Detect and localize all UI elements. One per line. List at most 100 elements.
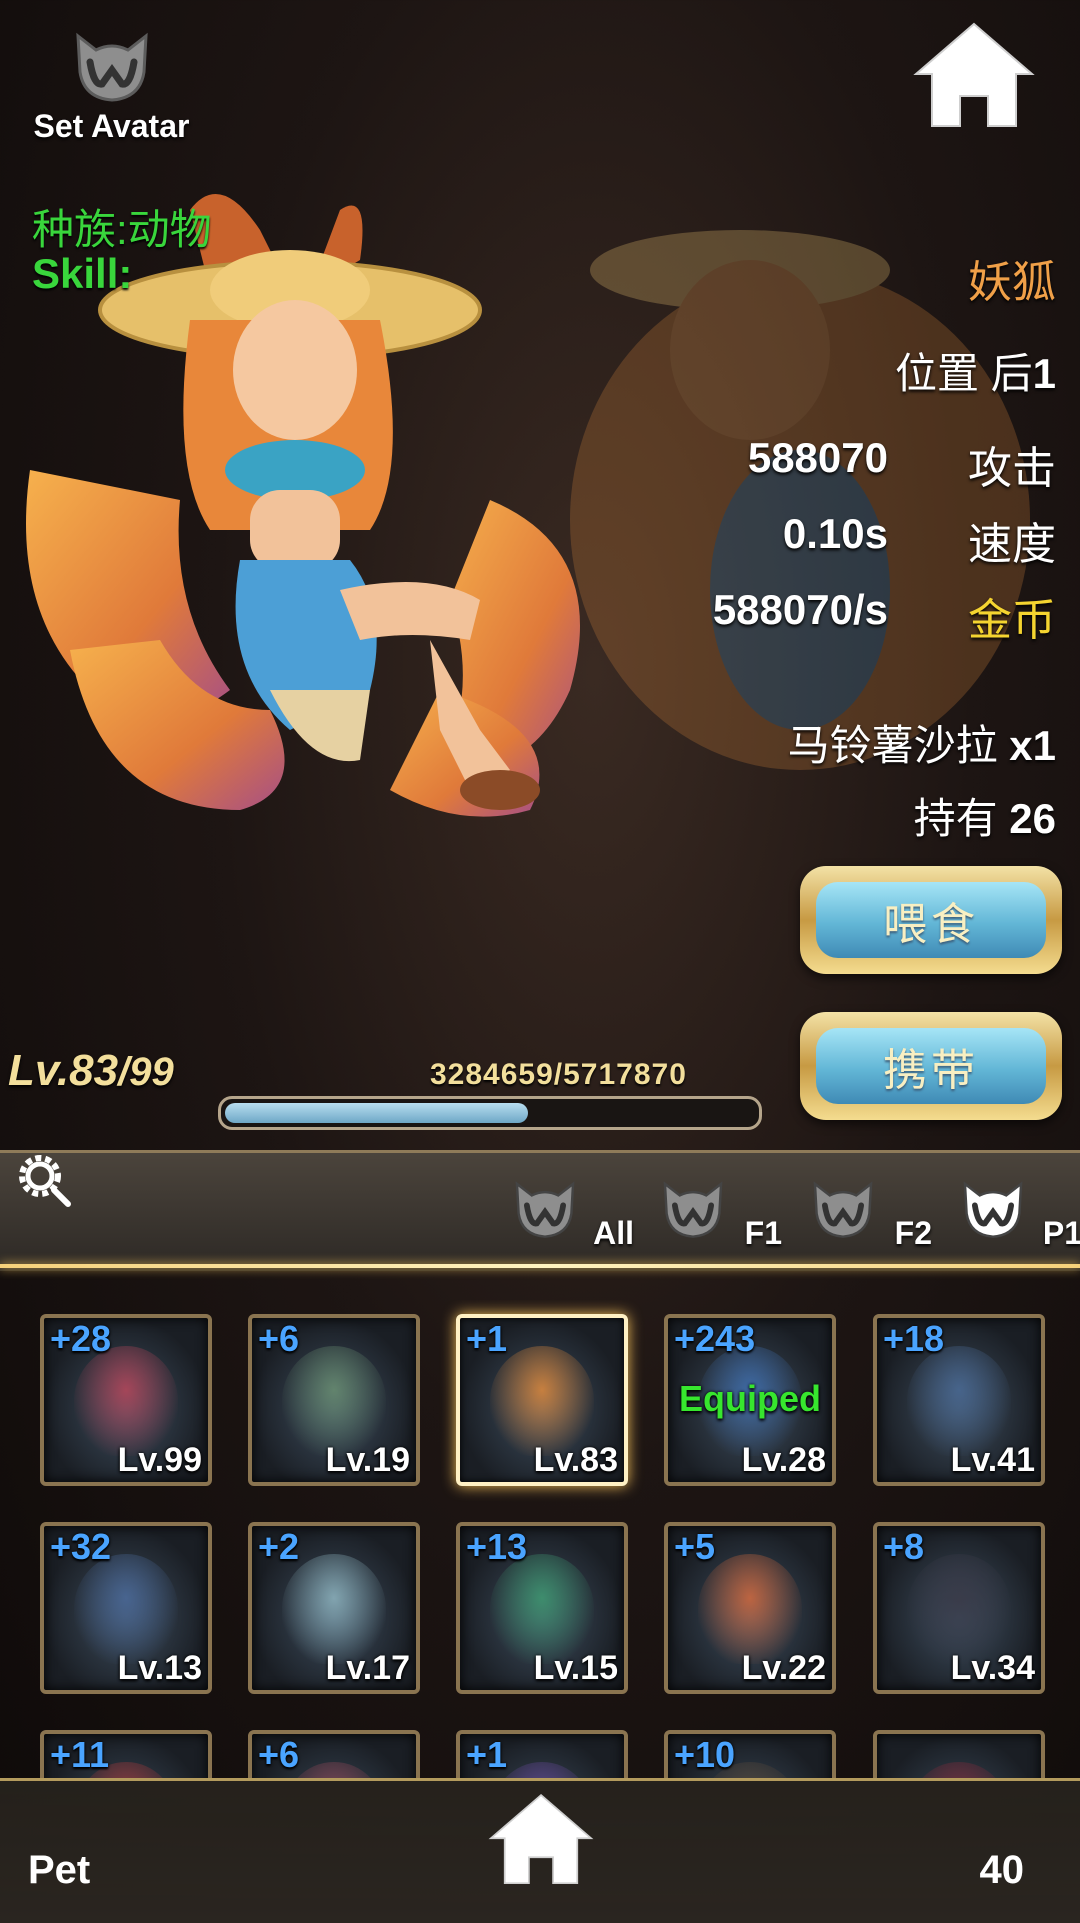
settings-gear-icon[interactable] <box>10 1146 74 1210</box>
pet-plus-badge: +32 <box>50 1526 112 1567</box>
pet-plus-badge: +2 <box>258 1526 300 1567</box>
carry-button-label: 携带 <box>816 1028 1046 1104</box>
exp-bar <box>218 1096 762 1130</box>
pet-card[interactable]: +5 Lv.22 <box>664 1522 836 1694</box>
pet-plus-badge: +18 <box>883 1318 945 1359</box>
race-label: 种族:动物 <box>32 206 212 253</box>
pet-card[interactable]: +28 Lv.99 <box>40 1314 212 1486</box>
tab-label: F1 <box>744 1215 782 1251</box>
feed-button[interactable]: 喂食 <box>800 866 1062 974</box>
pet-count: 40 <box>979 1848 1025 1892</box>
home-button-bottom[interactable] <box>484 1790 598 1890</box>
pet-level: Lv.28 <box>741 1441 826 1479</box>
food-quantity: x1 <box>1009 722 1056 769</box>
avatar-icon <box>75 32 148 102</box>
pet-level: Lv.17 <box>325 1649 410 1687</box>
pet-level: Lv.22 <box>741 1649 826 1687</box>
position-value: 1 <box>1032 350 1056 397</box>
pet-level: Lv.13 <box>117 1649 202 1687</box>
pet-portrait <box>74 1554 178 1664</box>
pet-portrait <box>282 1554 386 1664</box>
pet-level: Lv.83 <box>533 1441 618 1479</box>
pet-portrait <box>907 1554 1011 1664</box>
food-item: 马铃薯沙拉 x1 <box>788 712 1056 773</box>
exp-bar-fill <box>225 1103 528 1123</box>
pet-plus-badge: +1 <box>466 1734 508 1775</box>
pet-card[interactable]: +10 <box>664 1730 836 1780</box>
pet-plus-badge: +11 <box>50 1734 110 1775</box>
pet-plus-badge: +28 <box>50 1318 112 1359</box>
pet-portrait <box>74 1346 178 1456</box>
pet-card[interactable]: +1 <box>456 1730 628 1780</box>
tab-icon <box>963 1181 1023 1238</box>
equipped-label: Equiped <box>679 1378 821 1419</box>
carry-button[interactable]: 携带 <box>800 1012 1062 1120</box>
level-value: Lv.83 <box>8 1046 119 1095</box>
gold-value: 588070/s <box>712 586 888 633</box>
pet-card[interactable]: +8 Lv.34 <box>873 1522 1045 1694</box>
home-icon <box>488 1793 594 1885</box>
tab-label: F2 <box>894 1215 932 1251</box>
pet-card[interactable]: +18 Lv.41 <box>873 1314 1045 1486</box>
gold-label: 金币 <box>968 596 1056 645</box>
attack-label: 攻击 <box>968 444 1056 493</box>
pet-card[interactable]: +1 Lv.83 <box>456 1314 628 1486</box>
pet-portrait <box>698 1554 802 1664</box>
tab-icon <box>813 1181 873 1238</box>
pet-plus-badge: +10 <box>674 1734 736 1775</box>
pet-portrait <box>490 1554 594 1664</box>
pet-plus-badge: +5 <box>674 1526 716 1567</box>
pet-plus-badge: +13 <box>466 1526 528 1567</box>
feed-button-label: 喂食 <box>816 882 1046 958</box>
pet-card[interactable]: +2 Lv.17 <box>248 1522 420 1694</box>
owned-label: 持有 <box>913 795 998 842</box>
attack-value: 588070 <box>747 434 888 481</box>
speed-label: 速度 <box>968 520 1056 569</box>
pet-level: Lv.15 <box>533 1649 618 1687</box>
home-icon <box>913 22 1035 127</box>
pet-portrait <box>490 1346 594 1456</box>
tab-f2[interactable]: F2 <box>808 1170 936 1254</box>
tab-label: All <box>593 1215 634 1251</box>
position-label: 位置 后 <box>894 350 1033 397</box>
pet-plus-badge: +6 <box>258 1734 300 1775</box>
pet-card[interactable]: +6 <box>248 1730 420 1780</box>
exp-text: 3284659/5717870 <box>430 1058 687 1091</box>
pet-portrait <box>282 1346 386 1456</box>
pet-name: 妖狐 <box>968 258 1056 307</box>
tab-f1[interactable]: F1 <box>658 1170 786 1254</box>
pet-card[interactable]: +243 Equiped Lv.28 <box>664 1314 836 1486</box>
speed-value: 0.10s <box>782 510 888 557</box>
pet-card[interactable]: +6 Lv.19 <box>248 1314 420 1486</box>
pet-plus-badge: +243 <box>674 1318 756 1359</box>
pet-plus-badge: +6 <box>258 1318 300 1359</box>
pet-card[interactable]: +32 Lv.13 <box>40 1522 212 1694</box>
level-display: Lv.83/99 <box>8 1046 174 1096</box>
pet-level: Lv.19 <box>325 1441 410 1479</box>
skill-label: Skill: <box>32 250 133 297</box>
set-avatar-button[interactable]: Set Avatar <box>24 24 199 159</box>
tab-bar-divider <box>0 1264 1080 1268</box>
pet-title: Pet <box>28 1848 91 1892</box>
pet-card[interactable] <box>873 1730 1045 1780</box>
tab-label: P1 <box>1042 1215 1080 1251</box>
pet-portrait <box>907 1346 1011 1456</box>
set-avatar-label: Set Avatar <box>33 108 190 144</box>
pet-grid: +28 Lv.99 +6 Lv.19 +1 Lv.83 +243 Equiped Lv.28 +1… <box>0 1300 1080 1780</box>
tab-p1[interactable]: P1 <box>958 1170 1080 1254</box>
pet-card[interactable]: +11 <box>40 1730 212 1780</box>
pet-level: Lv.34 <box>950 1649 1035 1687</box>
pet-card[interactable]: +13 Lv.15 <box>456 1522 628 1694</box>
pet-level: Lv.41 <box>950 1441 1035 1479</box>
pet-level: Lv.99 <box>117 1441 202 1479</box>
food-name: 马铃薯沙拉 <box>787 722 998 769</box>
home-button[interactable] <box>908 20 1040 132</box>
tab-icon <box>663 1181 723 1238</box>
owned-value: 26 <box>1009 795 1056 842</box>
tab-all[interactable]: All <box>510 1170 638 1254</box>
level-max: /99 <box>118 1050 174 1094</box>
pet-plus-badge: +1 <box>466 1318 508 1359</box>
position-stat: 位置 后1 <box>895 340 1056 401</box>
tab-icon <box>515 1181 575 1238</box>
pet-plus-badge: +8 <box>883 1526 925 1567</box>
